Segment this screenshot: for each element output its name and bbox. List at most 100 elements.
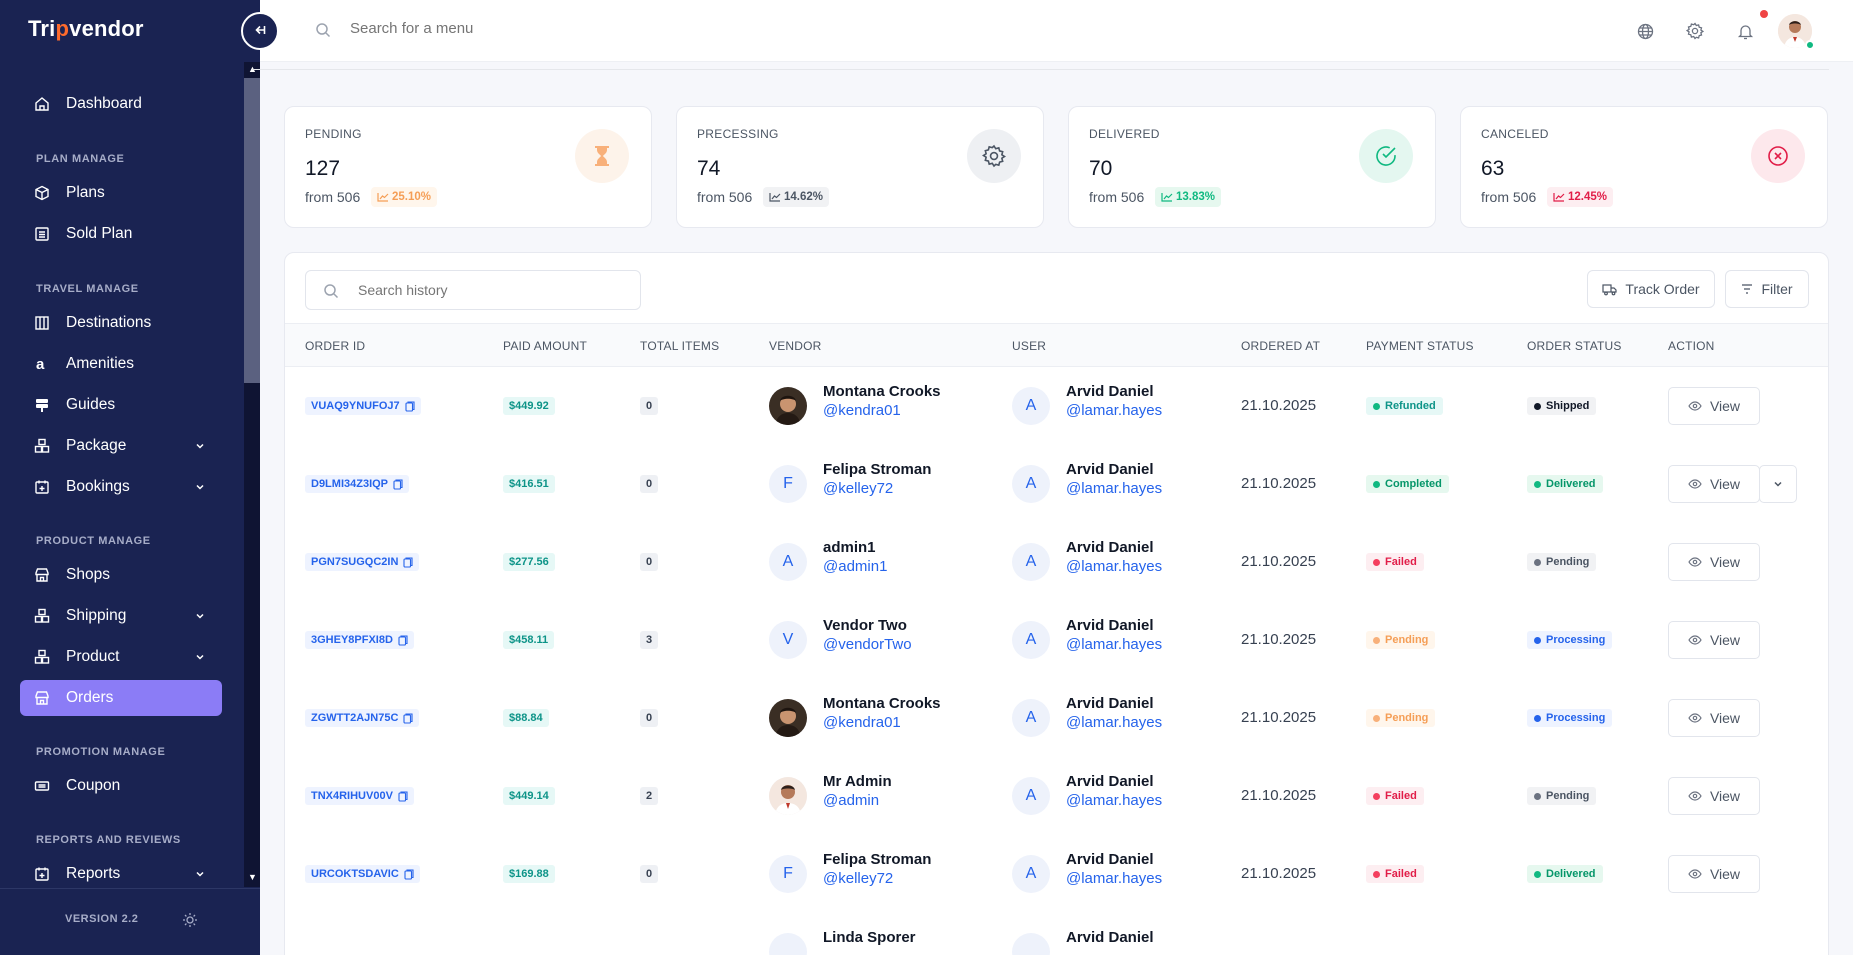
stat-value: 70 xyxy=(1089,157,1113,180)
order-id-chip[interactable]: ZGWTT2AJN75C xyxy=(305,709,420,727)
view-button[interactable]: View xyxy=(1668,777,1760,815)
table-row[interactable]: D9LMI34Z3IQP $416.51 0 F Felipa Stroman @kell… xyxy=(285,445,1828,523)
vendor-handle[interactable]: @kendra01 xyxy=(823,402,901,419)
vendor-handle[interactable]: @kendra01 xyxy=(823,714,901,731)
sidebar-item-package[interactable]: Package xyxy=(20,428,222,464)
table-row[interactable]: PGN7SUGQC2IN $277.56 0 Aadmin1 @admin1 A Arvid… xyxy=(285,523,1828,601)
sidebar-item-coupon[interactable]: Coupon xyxy=(20,768,222,804)
copy-icon[interactable] xyxy=(405,400,415,412)
column-header[interactable]: VENDOR xyxy=(769,339,822,353)
sidebar-item-destinations[interactable]: Destinations xyxy=(20,305,222,341)
order-status-badge: Pending xyxy=(1527,787,1597,805)
order-id-chip[interactable]: D9LMI34Z3IQP xyxy=(305,475,410,493)
gear-icon[interactable] xyxy=(1685,21,1705,41)
sidebar-item-dashboard[interactable]: Dashboard xyxy=(20,86,222,122)
track-order-button[interactable]: Track Order xyxy=(1587,270,1715,308)
table-row[interactable]: VUAQ9YNUFOJ7 $449.92 0 Montana Crooks @kendr… xyxy=(285,367,1828,445)
stat-label: PENDING xyxy=(305,127,362,141)
user-handle[interactable]: @lamar.hayes xyxy=(1066,792,1162,809)
vendor-handle[interactable]: @admin xyxy=(823,792,879,809)
user-handle[interactable]: @lamar.hayes xyxy=(1066,558,1162,575)
order-status-badge: Pending xyxy=(1527,553,1597,571)
table-row[interactable]: TNX4RIHUV00V $449.14 2 Mr Admin @admin A Arvid… xyxy=(285,757,1828,835)
vendor-handle[interactable]: @kelley72 xyxy=(823,480,893,497)
filter-button[interactable]: Filter xyxy=(1725,270,1809,308)
table-row[interactable]: Linda Sporer Arvid Daniel xyxy=(285,913,1828,955)
sidebar-item-bookings[interactable]: Bookings xyxy=(20,469,222,505)
sidebar-item-guides[interactable]: Guides xyxy=(20,387,222,423)
sidebar-item-sold-plan[interactable]: Sold Plan xyxy=(20,216,222,252)
copy-icon[interactable] xyxy=(393,478,403,490)
copy-icon[interactable] xyxy=(403,556,413,568)
globe-icon[interactable] xyxy=(1635,21,1655,41)
copy-icon[interactable] xyxy=(398,790,408,802)
table-row[interactable]: ZGWTT2AJN75C $88.84 0 Montana Crooks @kendra… xyxy=(285,679,1828,757)
row-actions-dropdown[interactable] xyxy=(1759,465,1797,503)
stat-label: DELIVERED xyxy=(1089,127,1160,141)
sidebar-scrollbar-thumb[interactable] xyxy=(244,78,260,383)
table-row[interactable]: URCOKTSDAVIC $169.88 0 F Felipa Stroman @kell… xyxy=(285,835,1828,913)
menu-search-input[interactable] xyxy=(350,20,750,37)
order-id-chip[interactable]: TNX4RIHUV00V xyxy=(305,787,414,805)
column-header[interactable]: ORDER STATUS xyxy=(1527,339,1622,353)
collapse-sidebar-button[interactable] xyxy=(241,12,279,50)
gear-icon xyxy=(967,129,1021,183)
sidebar-item-shipping[interactable]: Shipping xyxy=(20,598,222,634)
order-id-chip[interactable]: VUAQ9YNUFOJ7 xyxy=(305,397,421,415)
trend-icon xyxy=(1553,193,1565,202)
scroll-down-icon[interactable]: ▼ xyxy=(248,872,257,882)
paid-amount-chip: $416.51 xyxy=(503,475,555,493)
sidebar-item-reports[interactable]: Reports xyxy=(20,856,222,887)
column-header[interactable]: ACTION xyxy=(1668,339,1715,353)
vendor-name: Montana Crooks xyxy=(823,695,941,712)
column-header[interactable]: PAYMENT STATUS xyxy=(1366,339,1474,353)
sidebar-item-orders[interactable]: Orders xyxy=(20,680,222,716)
table-row[interactable]: 3GHEY8PFXI8D $458.11 3 V Vendor Two @vendorTw… xyxy=(285,601,1828,679)
history-search[interactable] xyxy=(305,270,641,310)
user-handle[interactable]: @lamar.hayes xyxy=(1066,870,1162,887)
stat-from: from 506 xyxy=(1089,189,1145,205)
copy-icon[interactable] xyxy=(398,634,408,646)
sun-icon[interactable] xyxy=(182,912,198,933)
column-header[interactable]: TOTAL ITEMS xyxy=(640,339,719,353)
app-logo[interactable]: Tripvendor xyxy=(28,16,144,42)
calendar-plus-icon xyxy=(34,479,50,495)
user-handle[interactable]: @lamar.hayes xyxy=(1066,714,1162,731)
payment-status-badge: Failed xyxy=(1366,553,1424,571)
column-header[interactable]: USER xyxy=(1012,339,1046,353)
total-items-chip: 0 xyxy=(640,397,659,415)
column-header[interactable]: ORDERED AT xyxy=(1241,339,1320,353)
order-id-chip[interactable]: PGN7SUGQC2IN xyxy=(305,553,420,571)
sidebar-item-plans[interactable]: Plans xyxy=(20,175,222,211)
order-id-chip[interactable]: URCOKTSDAVIC xyxy=(305,865,420,883)
stat-label: PRECESSING xyxy=(697,127,779,141)
sidebar-item-shops[interactable]: Shops xyxy=(20,557,222,593)
view-button[interactable]: View xyxy=(1668,465,1760,503)
bell-icon[interactable] xyxy=(1735,21,1755,41)
view-button[interactable]: View xyxy=(1668,387,1760,425)
user-handle[interactable]: @lamar.hayes xyxy=(1066,480,1162,497)
vendor-handle[interactable]: @vendorTwo xyxy=(823,636,912,653)
vendor-name: Felipa Stroman xyxy=(823,461,932,478)
vendor-handle[interactable]: @admin1 xyxy=(823,558,887,575)
user-handle[interactable]: @lamar.hayes xyxy=(1066,402,1162,419)
sidebar-item-product[interactable]: Product xyxy=(20,639,222,675)
user-handle[interactable]: @lamar.hayes xyxy=(1066,636,1162,653)
view-button[interactable]: View xyxy=(1668,699,1760,737)
copy-icon[interactable] xyxy=(404,868,414,880)
column-header[interactable]: ORDER ID xyxy=(305,339,365,353)
divider xyxy=(252,69,1829,70)
copy-icon[interactable] xyxy=(403,712,413,724)
order-id-chip[interactable]: 3GHEY8PFXI8D xyxy=(305,631,414,649)
history-search-input[interactable] xyxy=(358,282,618,298)
view-button[interactable]: View xyxy=(1668,855,1760,893)
ordered-at: 21.10.2025 xyxy=(1241,397,1317,414)
hourglass-icon xyxy=(575,129,629,183)
vendor-handle[interactable]: @kelley72 xyxy=(823,870,893,887)
view-button[interactable]: View xyxy=(1668,543,1760,581)
view-button[interactable]: View xyxy=(1668,621,1760,659)
sidebar-item-amenities[interactable]: a Amenities xyxy=(20,346,222,382)
column-header[interactable]: PAID AMOUNT xyxy=(503,339,587,353)
signpost-icon xyxy=(34,397,50,413)
version-label: VERSION 2.2 xyxy=(65,913,139,925)
